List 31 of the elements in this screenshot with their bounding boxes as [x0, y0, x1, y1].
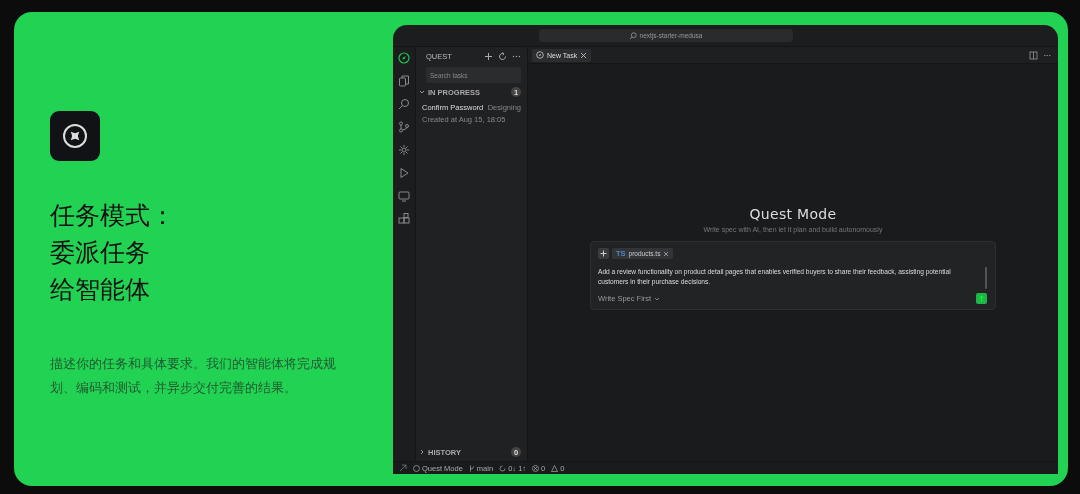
- search-icon[interactable]: [398, 98, 410, 110]
- chevron-icon: [654, 295, 661, 302]
- plus-icon[interactable]: [484, 51, 493, 61]
- chevron-icon: [419, 89, 425, 95]
- run-icon[interactable]: [398, 167, 410, 179]
- send-button[interactable]: [976, 293, 987, 304]
- plus-icon: [600, 250, 607, 257]
- branch-icon: [468, 464, 475, 472]
- error-icon: [532, 464, 540, 472]
- page-title: Quest Mode: [749, 206, 837, 222]
- close-icon[interactable]: [580, 51, 588, 59]
- arrow-up-icon: [978, 295, 985, 302]
- circle-icon: [413, 464, 420, 472]
- blocks-icon[interactable]: [398, 213, 410, 225]
- compass-icon[interactable]: [398, 52, 410, 64]
- gear-icon[interactable]: [398, 144, 410, 156]
- refresh-icon[interactable]: [498, 51, 507, 61]
- split-editor-icon[interactable]: [1029, 50, 1038, 60]
- sync-icon: [499, 464, 507, 472]
- search-icon: [628, 31, 637, 40]
- compass-icon: [50, 111, 100, 161]
- hero-description: 描述你的任务和具体要求。我们的智能体将完成规划、编码和测试，并异步交付完善的结果。: [50, 355, 337, 397]
- add-context-button[interactable]: [598, 248, 609, 259]
- hero-title: 任务模式： 委派任务 给智能体: [50, 200, 176, 306]
- files-icon[interactable]: [398, 75, 410, 87]
- close-icon[interactable]: [663, 250, 670, 257]
- chevron-icon: [419, 449, 425, 455]
- warning-icon: [551, 464, 559, 472]
- branch-icon[interactable]: [398, 121, 410, 133]
- monitor-icon[interactable]: [398, 190, 410, 202]
- compass-icon: [536, 51, 544, 59]
